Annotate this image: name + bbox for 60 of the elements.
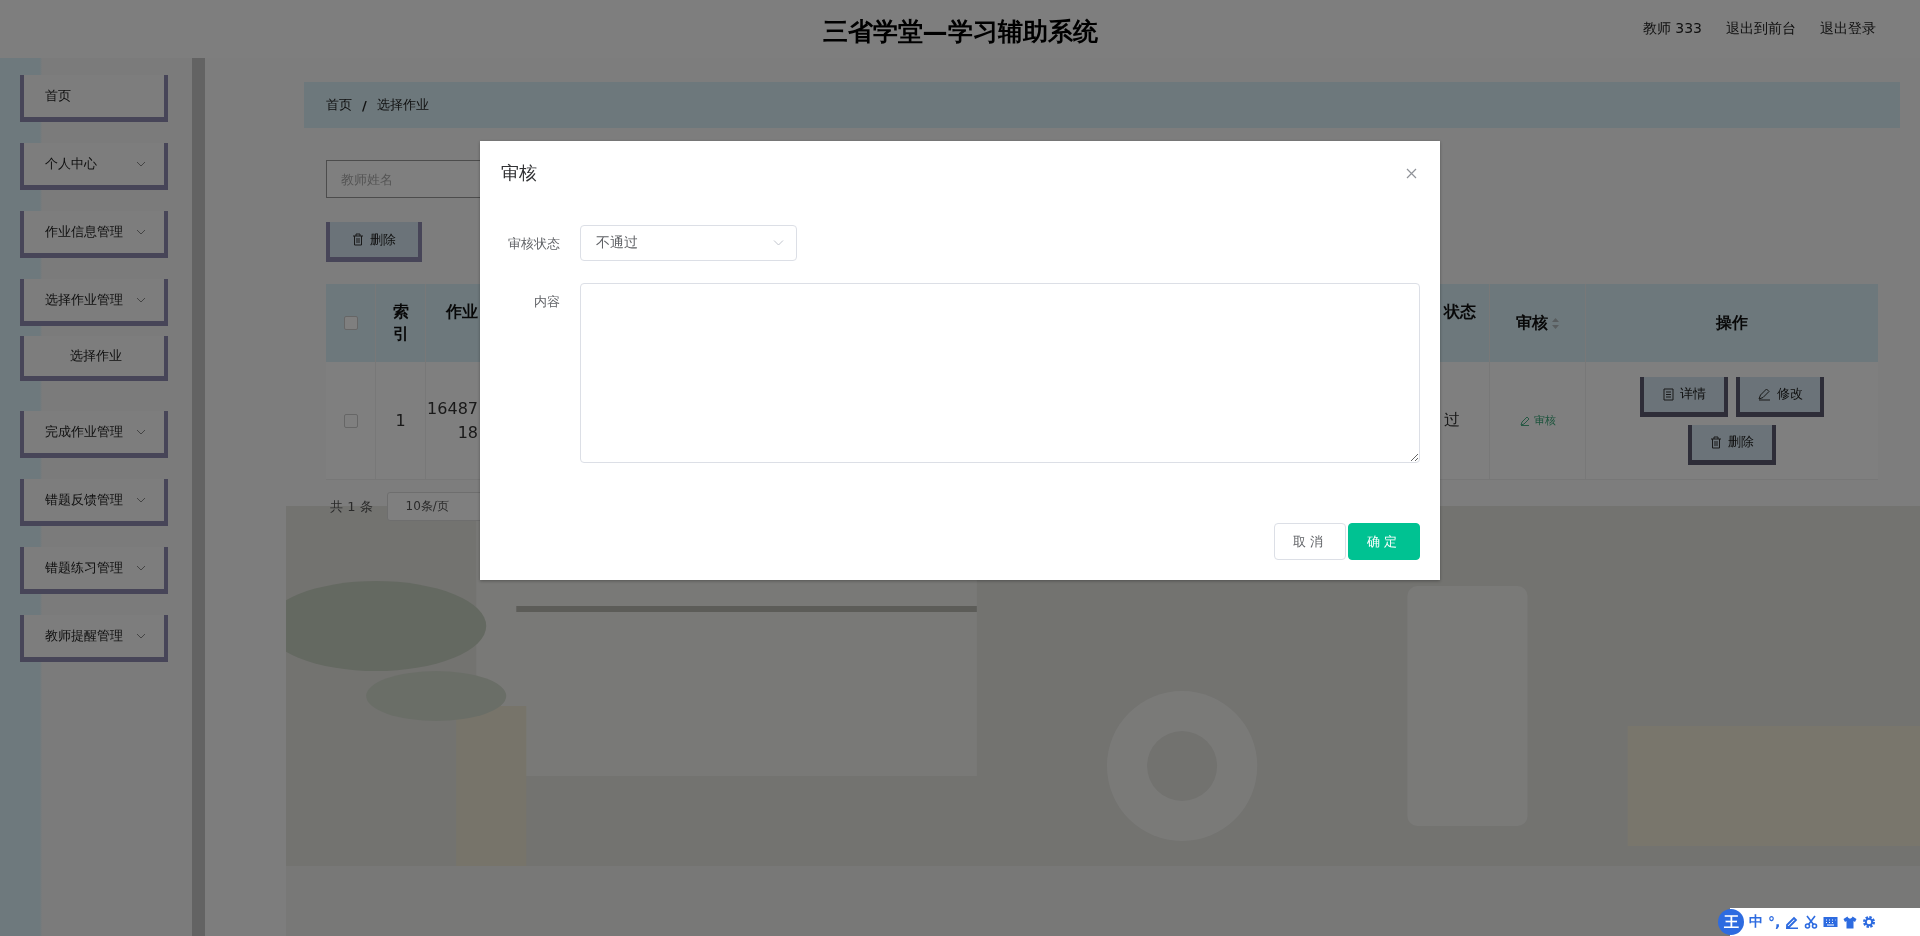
sidebar-item[interactable]: 首页 (20, 75, 168, 122)
select-all-checkbox[interactable] (343, 316, 358, 330)
cancel-button[interactable]: 取消 (1274, 523, 1346, 560)
delete-button[interactable]: 删除 (1688, 424, 1776, 465)
sidebar-item[interactable]: 个人中心 (20, 143, 168, 190)
settings-icon[interactable] (1862, 915, 1877, 929)
sidebar-item[interactable]: 错题反馈管理 (20, 479, 168, 526)
input-mode-toggle[interactable]: 中 (1749, 913, 1763, 931)
pen-icon[interactable] (1785, 915, 1800, 929)
trash-icon (352, 233, 364, 246)
column-header: 审核 (1516, 312, 1548, 334)
row-checkbox[interactable] (343, 413, 358, 428)
chevron-down-icon (136, 297, 146, 303)
details-button[interactable]: 详情 (1640, 376, 1728, 417)
user-name: 教师 333 (1642, 20, 1702, 38)
sidebar-item[interactable]: 教师提醒管理 (20, 615, 168, 662)
shirt-icon[interactable] (1843, 915, 1858, 929)
close-icon[interactable] (1406, 167, 1417, 179)
scrollbar[interactable] (192, 58, 205, 936)
delete-button[interactable]: 删除 (326, 222, 422, 262)
sidebar-item[interactable]: 选择作业管理 (20, 279, 168, 326)
breadcrumb-link[interactable]: 选择作业 (376, 96, 429, 114)
breadcrumb-separator: / (362, 97, 367, 113)
chevron-down-icon (136, 565, 146, 571)
table-cell-text: 16487 (427, 397, 478, 420)
chevron-down-icon (136, 161, 146, 167)
punctuation-toggle[interactable]: °, (1768, 914, 1781, 930)
pencil-icon (1519, 415, 1530, 426)
header-link[interactable]: 退出登录 (1820, 20, 1876, 38)
table-cell: 1 (395, 411, 406, 430)
chevron-down-icon (136, 633, 146, 639)
table-cell-text: 18 (457, 421, 478, 444)
chevron-down-icon (773, 240, 784, 246)
chevron-down-icon (136, 429, 146, 435)
document-icon (1662, 387, 1674, 401)
field-label: 审核状态 (507, 235, 561, 253)
status-select[interactable]: 不通过 (580, 225, 797, 261)
sidebar-subitem[interactable]: 选择作业 (20, 336, 168, 381)
chevron-down-icon (136, 497, 146, 503)
column-header: 状态 (1444, 302, 1476, 323)
column-header: 作业 (446, 302, 478, 323)
sidebar-item[interactable]: 完成作业管理 (20, 411, 168, 458)
sidebar-item[interactable]: 错题练习管理 (20, 547, 168, 594)
sidebar-item[interactable]: 作业信息管理 (20, 211, 168, 258)
edit-button[interactable]: 修改 (1736, 376, 1824, 417)
site-title: 三省学堂—学习辅助系统 (822, 15, 1098, 48)
sort-icon[interactable] (1552, 317, 1559, 329)
trash-icon (1710, 435, 1722, 449)
column-header: 操作 (1716, 312, 1748, 334)
scissors-icon[interactable] (1804, 915, 1819, 929)
keyboard-icon[interactable] (1823, 916, 1839, 928)
total-count: 共 1 条 (330, 497, 373, 516)
field-label: 内容 (533, 293, 561, 311)
chevron-down-icon (136, 229, 146, 235)
breadcrumb-link[interactable]: 首页 (326, 96, 352, 114)
table-cell: 过 (1444, 410, 1460, 431)
column-header: 索引 (392, 301, 409, 345)
pencil-icon (1757, 387, 1771, 401)
header-link[interactable]: 退出到前台 (1726, 20, 1796, 38)
ime-logo[interactable]: 王 (1718, 909, 1744, 935)
